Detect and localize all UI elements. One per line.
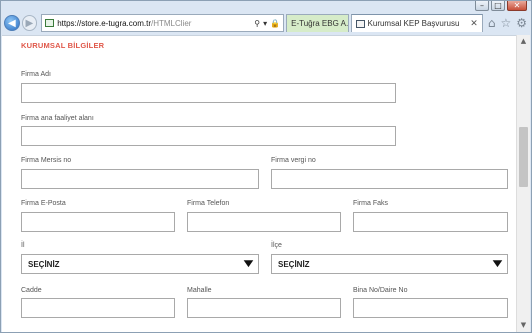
lock-icon[interactable]: 🔒 — [270, 19, 280, 28]
dropdown-icon[interactable]: ▾ — [263, 19, 267, 28]
mersis-label: Firma Mersis no — [21, 157, 72, 164]
ilce-select[interactable]: SEÇİNİZ ▼ — [271, 254, 508, 274]
il-label: İl — [21, 242, 25, 249]
back-button[interactable]: ◀ — [4, 15, 20, 31]
mahalle-label: Mahalle — [187, 287, 212, 294]
scroll-up-arrow-icon[interactable]: ▲ — [517, 35, 530, 48]
tab-kep-application[interactable]: Kurumsal KEP Başvurusu ✕ — [350, 14, 483, 32]
eposta-input[interactable] — [21, 212, 175, 232]
section-title: KURUMSAL BİLGİLER — [21, 41, 105, 50]
tab-certificate[interactable]: E-Tuğra EBG A... ↻ — [286, 14, 349, 32]
bina-label: Bina No/Daire No — [353, 287, 408, 294]
cadde-input[interactable] — [21, 298, 175, 318]
cadde-label: Cadde — [21, 287, 42, 294]
firma-adi-input[interactable] — [21, 83, 396, 103]
ilce-selected-value: SEÇİNİZ — [278, 259, 310, 269]
telefon-input[interactable] — [187, 212, 341, 232]
search-icon[interactable]: ⚲ — [254, 19, 260, 28]
forward-button[interactable]: ▶ — [21, 15, 38, 31]
address-tools: ⚲ ▾ 🔒 — [251, 19, 280, 28]
close-window-button[interactable]: ✕ — [507, 1, 527, 11]
firma-adi-label: Firma Adı — [21, 71, 51, 78]
settings-gear-icon[interactable]: ⚙ — [516, 16, 527, 30]
faks-input[interactable] — [353, 212, 508, 232]
il-selected-value: SEÇİNİZ — [28, 259, 60, 269]
faaliyet-input[interactable] — [21, 126, 396, 146]
address-bar[interactable]: https://store.e-tugra.com.tr/HTMLClier ⚲… — [41, 14, 285, 32]
vergi-label: Firma vergi no — [271, 157, 316, 164]
bina-input[interactable] — [353, 298, 508, 318]
scroll-down-arrow-icon[interactable]: ▼ — [517, 319, 530, 332]
mersis-input[interactable] — [21, 169, 259, 189]
tab-kep-label: Kurumsal KEP Başvurusu — [367, 19, 460, 28]
page-content: KURUMSAL BİLGİLER Firma Adı Firma ana fa… — [2, 35, 517, 332]
page-icon — [355, 19, 365, 28]
favorites-star-icon[interactable]: ☆ — [500, 16, 511, 30]
eposta-label: Firma E-Posta — [21, 200, 66, 207]
mahalle-input[interactable] — [187, 298, 341, 318]
maximize-button[interactable]: □ — [491, 1, 505, 11]
address-url-rest: /HTMLClier — [151, 18, 192, 28]
home-icon[interactable]: ⌂ — [488, 16, 496, 30]
navigation-bar: ◀ ▶ https://store.e-tugra.com.tr/HTMLCli… — [1, 12, 531, 34]
address-url: https://store.e-tugra.com.tr — [57, 18, 151, 28]
scrollbar-thumb[interactable] — [519, 127, 528, 187]
vergi-input[interactable] — [271, 169, 508, 189]
chevron-down-icon: ▼ — [243, 259, 254, 269]
ilce-label: İlçe — [271, 242, 282, 249]
toolbar-icons: ⌂ ☆ ⚙ — [483, 16, 527, 30]
vertical-scrollbar[interactable]: ▲ ▼ — [516, 35, 530, 332]
tab-certificate-label: E-Tuğra EBG A... — [291, 19, 349, 28]
browser-window: – □ ✕ ◀ ▶ https://store.e-tugra.com.tr/H… — [0, 0, 532, 333]
telefon-label: Firma Telefon — [187, 200, 230, 207]
faaliyet-label: Firma ana faaliyet alanı — [21, 115, 94, 122]
faks-label: Firma Faks — [353, 200, 388, 207]
minimize-button[interactable]: – — [475, 1, 489, 11]
site-icon — [45, 19, 55, 27]
il-select[interactable]: SEÇİNİZ ▼ — [21, 254, 259, 274]
close-tab-icon[interactable]: ✕ — [470, 19, 478, 29]
chevron-down-icon: ▼ — [492, 259, 503, 269]
